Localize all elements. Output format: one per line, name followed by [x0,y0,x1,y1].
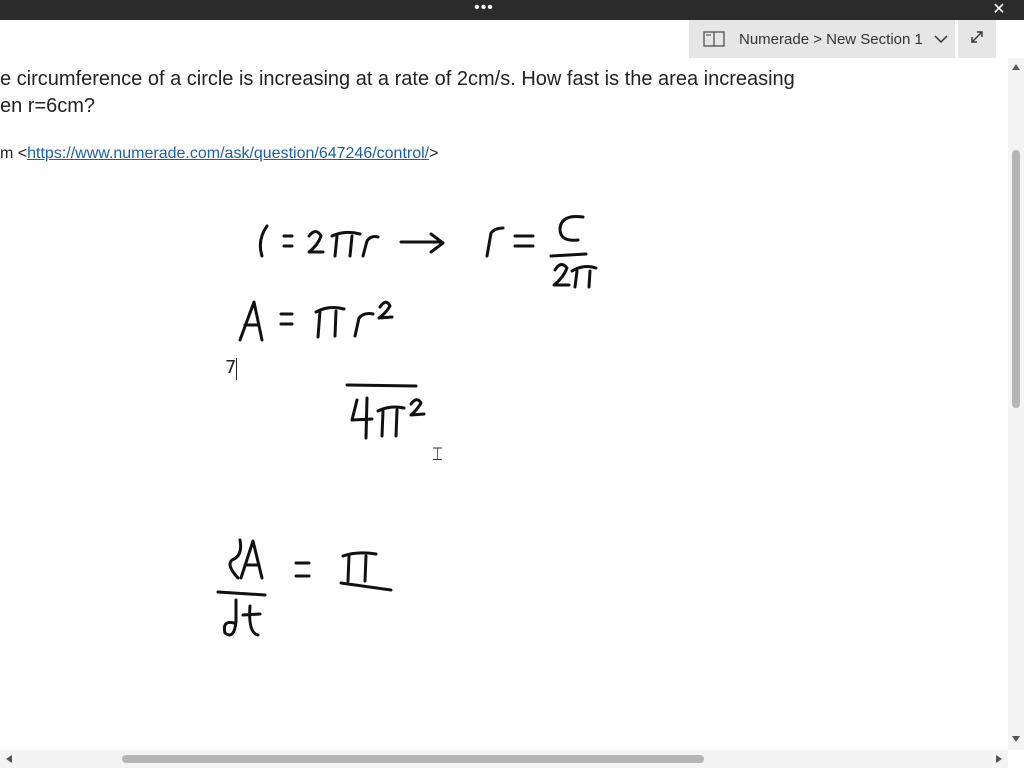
handwriting-ink [216,215,598,637]
text-ibeam-icon: ⌶ [432,444,443,465]
horizontal-scrollbar[interactable] [0,750,1008,768]
equation-derivative [216,538,393,637]
scroll-left-icon[interactable] [4,754,14,764]
vertical-scrollbar[interactable] [1008,58,1024,750]
scroll-right-icon[interactable] [994,754,1004,764]
vertical-scroll-thumb[interactable] [1012,150,1020,408]
scrollbar-corner [1008,750,1024,768]
horizontal-scroll-thumb[interactable] [122,755,704,763]
scroll-down-icon[interactable] [1011,734,1021,744]
equation-circumference [258,215,598,289]
text-caret [236,358,237,380]
scroll-up-icon[interactable] [1011,62,1021,72]
denominator-4pi-squared [345,383,426,440]
equation-area [238,300,394,342]
typed-text: 7 [225,357,237,378]
